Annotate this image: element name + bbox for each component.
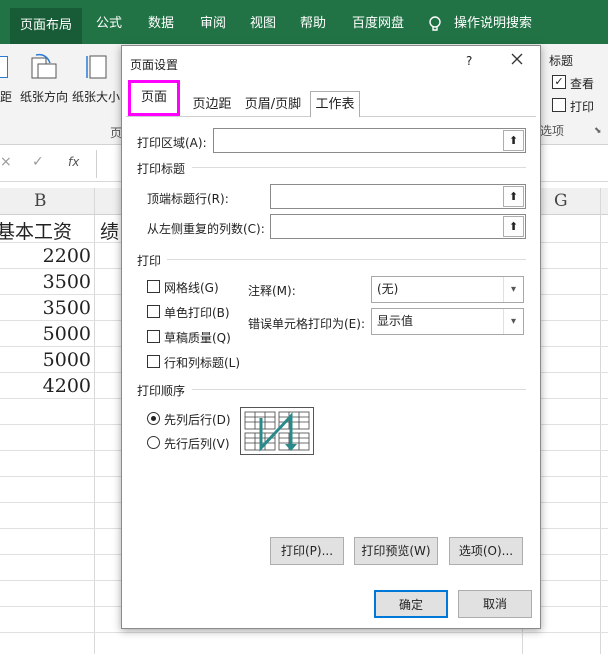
enter-icon[interactable]: ✓ — [32, 154, 44, 170]
errors-select[interactable]: 显示值 ▾ — [371, 308, 524, 335]
ribbon-tab-bar: 页面布局 公式 数据 审阅 视图 帮助 百度网盘 操作说明搜索 — [0, 0, 608, 44]
gridline — [0, 632, 608, 633]
tell-me-search[interactable]: 操作说明搜索 — [454, 14, 532, 34]
cell-b2[interactable]: 2200 — [43, 245, 91, 267]
down-then-over-label[interactable]: 先列后行(D) — [164, 411, 231, 428]
size-button[interactable]: 纸张大小 — [72, 88, 120, 105]
lightbulb-icon — [428, 16, 442, 34]
black-white-label[interactable]: 单色打印(B) — [164, 304, 230, 321]
cols-repeat-label: 从左侧重复的列数(C): — [147, 222, 265, 236]
cell-b4[interactable]: 3500 — [43, 297, 91, 319]
tab-data[interactable]: 数据 — [148, 14, 174, 34]
sheet-options-group-label: 选项 — [540, 124, 565, 138]
formula-divider — [96, 150, 97, 178]
tab-header-footer[interactable]: 页眉/页脚 — [240, 92, 306, 117]
chevron-down-icon[interactable]: ▾ — [503, 277, 523, 302]
orientation-button[interactable]: 纸张方向 — [20, 88, 68, 105]
dialog-title: 页面设置 — [130, 58, 179, 72]
black-white-checkbox[interactable] — [147, 305, 160, 318]
print-checkbox[interactable] — [552, 98, 566, 112]
comments-label: 注释(M): — [248, 284, 296, 298]
gridlines-label[interactable]: 网格线(G) — [164, 279, 219, 296]
collapse-picker-icon[interactable]: ⬆ — [503, 216, 524, 237]
collapse-picker-icon[interactable]: ⬆ — [503, 186, 524, 207]
close-icon[interactable] — [510, 52, 524, 66]
headings-checkbox[interactable] — [147, 355, 160, 368]
rows-repeat-label: 顶端标题行(R): — [147, 192, 229, 206]
cell-b7[interactable]: 4200 — [43, 375, 91, 397]
cell-b1[interactable]: 基本工资 — [0, 217, 72, 244]
cancel-button[interactable]: 取消 — [458, 590, 532, 618]
orientation-icon[interactable] — [28, 52, 58, 82]
help-icon[interactable]: ? — [466, 54, 472, 68]
print-preview-button[interactable]: 打印预览(W) — [354, 537, 438, 565]
print-area-label: 打印区域(A): — [137, 136, 207, 150]
tab-help[interactable]: 帮助 — [300, 14, 326, 34]
cancel-icon[interactable]: × — [0, 154, 12, 170]
tab-view[interactable]: 视图 — [250, 14, 276, 34]
cell-c1[interactable]: 绩 — [100, 217, 119, 244]
insert-function-icon[interactable]: fx — [68, 155, 79, 169]
collapse-picker-icon[interactable]: ⬆ — [503, 130, 524, 151]
over-then-down-radio[interactable] — [147, 436, 160, 449]
gridlines-checkbox[interactable] — [147, 280, 160, 293]
draft-label[interactable]: 草稿质量(Q) — [164, 329, 231, 346]
page-setup-dialog: 页面设置 ? 页面 页边距 页眉/页脚 工作表 打印区域(A): ⬆ 打印标题 … — [121, 45, 541, 629]
errors-value: 显示值 — [377, 314, 414, 328]
sheet-options-headings: 标题 — [549, 54, 574, 68]
section-divider — [192, 389, 526, 390]
draft-checkbox[interactable] — [147, 330, 160, 343]
print-area-input[interactable]: ⬆ — [213, 128, 526, 153]
comments-select[interactable]: (无) ▾ — [371, 276, 524, 303]
gridline — [94, 188, 95, 654]
tab-margins[interactable]: 页边距 — [184, 92, 240, 117]
ok-button[interactable]: 确定 — [374, 590, 448, 618]
tab-baidu[interactable]: 百度网盘 — [352, 14, 404, 34]
cell-b5[interactable]: 5000 — [43, 323, 91, 345]
column-b-header[interactable]: B — [34, 191, 47, 211]
column-g-header[interactable]: G — [554, 191, 568, 211]
rows-repeat-input[interactable]: ⬆ — [270, 184, 526, 209]
tab-page-layout[interactable]: 页面布局 — [10, 8, 82, 44]
cell-b3[interactable]: 3500 — [43, 271, 91, 293]
margins-label[interactable]: 距 — [0, 88, 12, 105]
print-titles-heading: 打印标题 — [137, 162, 186, 176]
print-order-heading: 打印顺序 — [137, 384, 186, 398]
headings-label[interactable]: 行和列标题(L) — [164, 354, 240, 371]
over-then-down-label[interactable]: 先行后列(V) — [164, 435, 230, 452]
down-then-over-radio[interactable] — [147, 412, 160, 425]
comments-value: (无) — [377, 282, 399, 296]
print-heading: 打印 — [137, 254, 162, 268]
tab-sheet[interactable]: 工作表 — [310, 91, 360, 117]
print-label: 打印 — [570, 100, 595, 114]
radio-dot — [151, 416, 156, 421]
dialog-launcher-icon[interactable]: ⬊ — [594, 126, 602, 136]
size-icon[interactable] — [84, 52, 110, 82]
tab-page[interactable]: 页面 — [128, 80, 180, 116]
gridline — [600, 188, 601, 654]
print-button[interactable]: 打印(P)... — [270, 537, 344, 565]
chevron-down-icon[interactable]: ▾ — [503, 309, 523, 334]
margins-icon[interactable] — [0, 56, 8, 78]
cols-repeat-input[interactable]: ⬆ — [270, 214, 526, 239]
tab-formulas[interactable]: 公式 — [96, 14, 122, 34]
options-button[interactable]: 选项(O)... — [449, 537, 523, 565]
print-order-preview-icon — [240, 407, 314, 455]
section-divider — [192, 167, 526, 168]
cell-b6[interactable]: 5000 — [43, 349, 91, 371]
view-label: 查看 — [570, 77, 595, 91]
errors-label: 错误单元格打印为(E): — [248, 317, 365, 331]
section-divider — [167, 259, 526, 260]
view-checkbox[interactable]: ✓ — [552, 75, 566, 89]
tab-review[interactable]: 审阅 — [200, 14, 226, 34]
